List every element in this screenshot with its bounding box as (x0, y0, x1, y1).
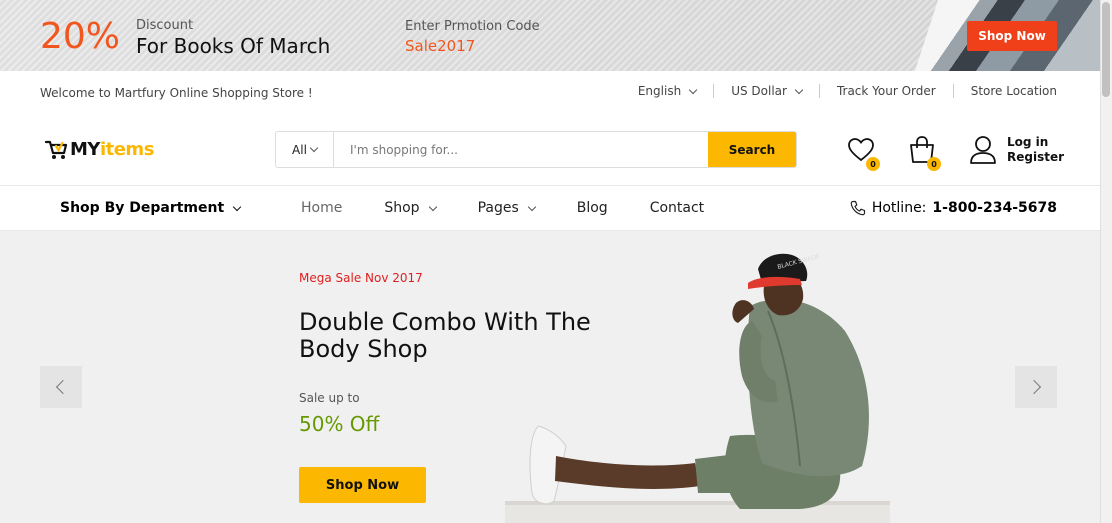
slider-next-button[interactable] (1015, 366, 1057, 408)
chevron-down-icon (688, 85, 698, 94)
nav-menu: Home Shop Pages Blog Contact (301, 200, 746, 216)
scrollbar-thumb[interactable] (1102, 2, 1110, 97)
chevron-right-icon (1026, 379, 1042, 395)
page-scrollbar[interactable] (1100, 0, 1112, 523)
chevron-down-icon (794, 85, 804, 94)
nav-item-contact[interactable]: Contact (650, 200, 704, 216)
promo-shop-now-button[interactable]: Shop Now (967, 21, 1057, 51)
hotline: Hotline: 1-800-234-5678 (850, 200, 1057, 216)
promo-code-label: Enter Prmotion Code (405, 19, 540, 34)
wishlist-button[interactable]: 0 (846, 135, 880, 171)
site-logo[interactable]: MYitems (44, 137, 154, 161)
hero-model-image: BLACK SWADE (505, 253, 890, 523)
logo-items: items (99, 138, 154, 160)
department-label: Shop By Department (60, 200, 225, 216)
hotline-number[interactable]: 1-800-234-5678 (932, 200, 1057, 216)
topbar: Welcome to Martfury Online Shopping Stor… (0, 71, 1100, 115)
header: MYitems All Search 0 0 Log in Register (0, 115, 1100, 185)
nav-item-shop[interactable]: Shop (384, 200, 437, 216)
cart-button[interactable]: 0 (907, 135, 941, 171)
chevron-left-icon (55, 379, 71, 395)
user-icon (970, 136, 996, 164)
hero-tag: Mega Sale Nov 2017 (299, 271, 423, 285)
nav-item-label: Shop (384, 200, 420, 216)
nav-item-label: Pages (477, 200, 519, 216)
cart-count-badge: 0 (927, 157, 941, 171)
cart-logo-icon (44, 140, 68, 159)
nav-item-home[interactable]: Home (301, 200, 342, 216)
store-location-link[interactable]: Store Location (971, 84, 1057, 98)
hero-sale-label: Sale up to (299, 391, 360, 405)
account-links: Log in Register (1007, 135, 1064, 165)
hero-slider: Mega Sale Nov 2017 Double Combo With The… (0, 231, 1100, 523)
search-category-select[interactable]: All (276, 132, 334, 167)
divider (818, 84, 820, 98)
divider (952, 84, 954, 98)
shop-by-department-menu[interactable]: Shop By Department (60, 200, 242, 216)
search-input[interactable] (334, 132, 708, 167)
language-label: English (637, 84, 682, 98)
chevron-down-icon (428, 202, 437, 211)
currency-label: US Dollar (731, 84, 787, 98)
chevron-down-icon (527, 202, 536, 211)
currency-select[interactable]: US Dollar (731, 84, 804, 98)
logo-text: MYitems (70, 139, 154, 160)
nav-item-pages[interactable]: Pages (477, 200, 536, 216)
topbar-links: English US Dollar Track Your Order Store… (638, 84, 1057, 98)
wishlist-count-badge: 0 (866, 157, 880, 171)
language-select[interactable]: English (637, 84, 698, 98)
logo-my: MY (70, 138, 100, 160)
login-link[interactable]: Log in (1007, 135, 1064, 150)
hero-sale-value: 50% Off (299, 412, 380, 436)
nav-item-blog[interactable]: Blog (577, 200, 608, 216)
welcome-text: Welcome to Martfury Online Shopping Stor… (40, 86, 313, 100)
search-category-label: All (292, 142, 307, 157)
search-button[interactable]: Search (708, 132, 796, 167)
promo-headline: For Books Of March (136, 34, 331, 58)
promo-discount-label: Discount (136, 18, 194, 33)
account-area: Log in Register (969, 135, 1064, 165)
phone-icon (850, 200, 865, 216)
register-link[interactable]: Register (1007, 150, 1064, 165)
promo-percent: 20% (40, 16, 121, 57)
promo-banner: 20% Discount For Books Of March Enter Pr… (0, 0, 1100, 71)
search-bar: All Search (275, 131, 797, 168)
hero-shop-now-button[interactable]: Shop Now (299, 467, 426, 503)
slider-prev-button[interactable] (40, 366, 82, 408)
track-order-link[interactable]: Track Your Order (837, 84, 936, 98)
promo-code: Sale2017 (405, 37, 476, 55)
chevron-down-icon (232, 202, 242, 211)
divider (713, 84, 715, 98)
chevron-down-icon (309, 143, 319, 153)
hotline-label: Hotline: (871, 200, 927, 216)
main-nav: Shop By Department Home Shop Pages Blog … (0, 185, 1100, 231)
